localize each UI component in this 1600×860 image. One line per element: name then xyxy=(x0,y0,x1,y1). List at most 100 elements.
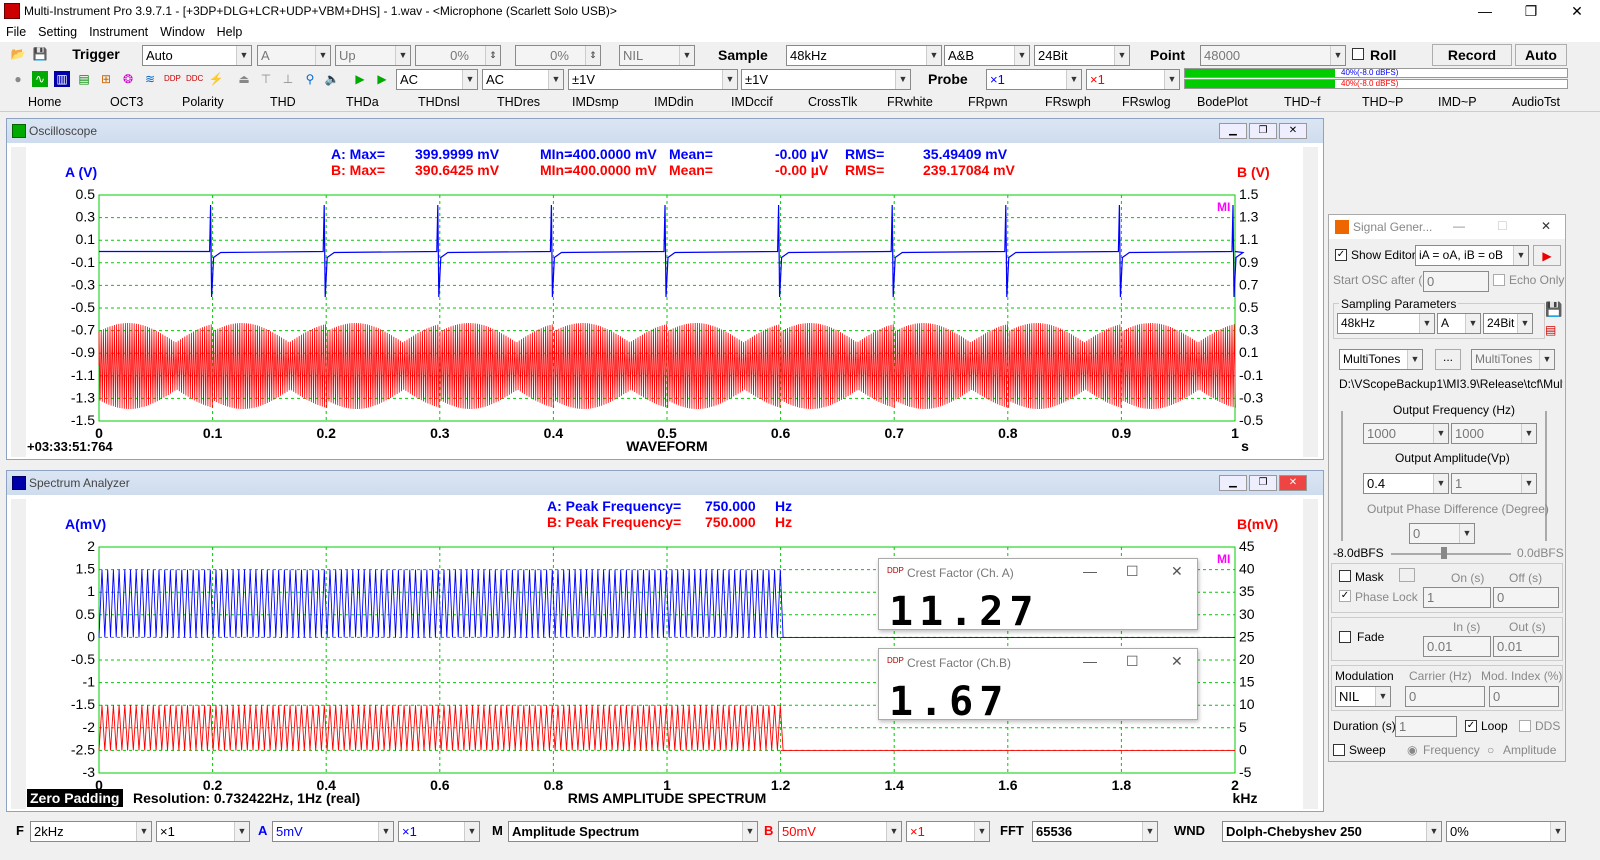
function-polarity[interactable]: Polarity xyxy=(182,95,224,109)
speaker-icon[interactable]: 🔈 xyxy=(324,71,340,87)
close-icon[interactable]: ✕ xyxy=(1541,219,1551,233)
function-audiotst[interactable]: AudioTst xyxy=(1512,95,1560,109)
function-thdnsl[interactable]: THDnsl xyxy=(418,95,460,109)
generator-icon[interactable]: ⚡ xyxy=(208,71,224,87)
probe-icon[interactable]: ⚲ xyxy=(302,71,318,87)
mode-select[interactable]: Amplitude Spectrum ▼ xyxy=(508,821,758,842)
menu-window[interactable]: Window xyxy=(160,25,204,39)
ddp-icon[interactable]: DDP xyxy=(164,71,181,87)
fade-out-input[interactable]: 0.01 xyxy=(1493,636,1559,657)
bits-select[interactable]: 24Bit ▼ xyxy=(1034,45,1130,66)
function-thdres[interactable]: THDres xyxy=(497,95,540,109)
siggen-chan-select[interactable]: A ▼ xyxy=(1437,313,1481,334)
maximize-icon[interactable]: ☐ xyxy=(1126,653,1139,670)
auto-button[interactable]: Auto xyxy=(1515,44,1567,66)
siggen-rate-select[interactable]: 48kHz ▼ xyxy=(1337,313,1435,334)
play-once-icon[interactable]: ▶ xyxy=(374,71,390,87)
function-imd-p[interactable]: IMD~P xyxy=(1438,95,1477,109)
minimize-icon[interactable]: — xyxy=(1453,219,1465,233)
mask-checkbox[interactable] xyxy=(1339,570,1351,582)
minimize-icon[interactable]: — xyxy=(1462,0,1508,22)
spec-left-scrollbar[interactable] xyxy=(11,499,26,809)
freq-a-select[interactable]: 1000 ▼ xyxy=(1363,423,1449,444)
minimize-icon[interactable]: — xyxy=(1083,563,1097,579)
spectrum-3d-icon[interactable]: ▤ xyxy=(76,71,92,87)
function-thd-f[interactable]: THD~f xyxy=(1284,95,1320,109)
coupling-b-select[interactable]: AC ▼ xyxy=(482,69,564,90)
menu-help[interactable]: Help xyxy=(217,25,243,39)
carrier-input[interactable]: 0 xyxy=(1405,686,1485,707)
multimeter-icon[interactable]: ⊞ xyxy=(98,71,114,87)
start-osc-input[interactable]: 0 xyxy=(1423,271,1489,292)
points-select[interactable]: 48000 ▼ xyxy=(1200,45,1346,66)
probe-a-select[interactable]: ×1 ▼ xyxy=(986,69,1082,90)
trigger-source-select[interactable]: A ▼ xyxy=(257,45,331,66)
osc-right-scrollbar[interactable] xyxy=(1303,147,1318,457)
fft-size-select[interactable]: 65536 ▼ xyxy=(1032,821,1158,842)
echo-only-checkbox[interactable] xyxy=(1493,274,1505,286)
close-icon[interactable]: ✕ xyxy=(1554,0,1600,22)
on-input[interactable]: 1 xyxy=(1423,587,1491,608)
spec-right-scrollbar[interactable] xyxy=(1303,499,1318,809)
function-frswlog[interactable]: FRswlog xyxy=(1122,95,1171,109)
spectrum-icon[interactable]: ▥ xyxy=(54,71,70,87)
ddc-icon[interactable]: DDC xyxy=(186,71,203,87)
frequency-radio[interactable]: ◉ xyxy=(1407,743,1417,757)
minimize-icon[interactable]: — xyxy=(1083,653,1097,669)
f-mult-select[interactable]: ×1 ▼ xyxy=(156,821,250,842)
trigger-button[interactable]: Trigger xyxy=(52,44,140,66)
close-icon[interactable]: ✕ xyxy=(1279,123,1307,139)
nil-select[interactable]: NIL ▼ xyxy=(619,45,695,66)
probe-b-select[interactable]: ×1 ▼ xyxy=(1086,69,1180,90)
freq-slider-left[interactable] xyxy=(1341,411,1343,541)
osc-left-scrollbar[interactable] xyxy=(11,147,26,457)
graph-icon[interactable]: ▤ xyxy=(1545,323,1556,337)
function-imdccif[interactable]: IMDccif xyxy=(731,95,773,109)
function-home[interactable]: Home xyxy=(28,95,61,109)
amp-b-select[interactable]: 1 ▼ xyxy=(1451,473,1537,494)
show-editor-checkbox[interactable]: ✓ xyxy=(1335,249,1347,261)
tone-b-select[interactable]: MultiTones ▼ xyxy=(1471,349,1555,370)
function-imddin[interactable]: IMDdin xyxy=(654,95,694,109)
spectrogram-icon[interactable]: ≋ xyxy=(142,71,158,87)
fade-in-input[interactable]: 0.01 xyxy=(1423,636,1491,657)
record-dot-icon[interactable]: ● xyxy=(10,71,26,87)
restore-icon[interactable]: ❐ xyxy=(1249,475,1277,491)
mask-button[interactable] xyxy=(1399,568,1415,582)
close-icon[interactable]: ✕ xyxy=(1279,475,1307,491)
sweep-checkbox[interactable] xyxy=(1333,744,1345,756)
window-function-select[interactable]: Dolph-Chebyshev 250 ▼ xyxy=(1222,821,1442,842)
fade-checkbox[interactable] xyxy=(1339,631,1351,643)
play-icon[interactable]: ▶ xyxy=(1533,245,1561,266)
expression-select[interactable]: iA = oA, iB = oB ▼ xyxy=(1415,245,1529,266)
function-thd-p[interactable]: THD~P xyxy=(1362,95,1403,109)
up-b-icon[interactable]: ⊤ xyxy=(258,71,274,87)
function-oct3[interactable]: OCT3 xyxy=(110,95,143,109)
oscilloscope-icon[interactable]: ∿ xyxy=(32,71,48,87)
minimize-icon[interactable]: ▁ xyxy=(1219,123,1247,139)
roll-checkbox[interactable] xyxy=(1352,48,1364,60)
trigger-level-input[interactable]: 0% ⇕ xyxy=(415,45,501,66)
b-scale-select[interactable]: 50mV ▼ xyxy=(778,821,902,842)
overlap-select[interactable]: 0% ▼ xyxy=(1446,821,1566,842)
maximize-icon[interactable]: ☐ xyxy=(1126,563,1139,580)
menu-instrument[interactable]: Instrument xyxy=(89,25,148,39)
function-imdsmp[interactable]: IMDsmp xyxy=(572,95,619,109)
menu-setting[interactable]: Setting xyxy=(38,25,77,39)
crest-factor-a-window[interactable]: DDP Crest Factor (Ch. A) — ☐ ✕ 11.27 xyxy=(878,558,1198,635)
trigger-edge-select[interactable]: Up ▼ xyxy=(335,45,411,66)
restore-icon[interactable]: ❐ xyxy=(1249,123,1277,139)
crest-factor-b-window[interactable]: DDP Crest Factor (Ch.B) — ☐ ✕ 1.67 xyxy=(878,648,1198,725)
record-button[interactable]: Record xyxy=(1432,44,1512,66)
restore-icon[interactable]: ❐ xyxy=(1508,0,1554,22)
pretrigger-input[interactable]: 0% ⇕ xyxy=(515,45,601,66)
level-slider-thumb[interactable] xyxy=(1441,547,1447,559)
freq-slider-right[interactable] xyxy=(1545,411,1547,541)
phase-icon[interactable]: ❂ xyxy=(120,71,136,87)
level-slider[interactable] xyxy=(1391,553,1511,555)
siggen-bits-select[interactable]: 24Bit ▼ xyxy=(1483,313,1533,334)
amplitude-radio[interactable]: ○ xyxy=(1487,743,1494,757)
maximize-icon[interactable]: ☐ xyxy=(1497,219,1508,233)
coupling-a-select[interactable]: AC ▼ xyxy=(396,69,478,90)
duration-input[interactable]: 1 xyxy=(1395,716,1457,737)
